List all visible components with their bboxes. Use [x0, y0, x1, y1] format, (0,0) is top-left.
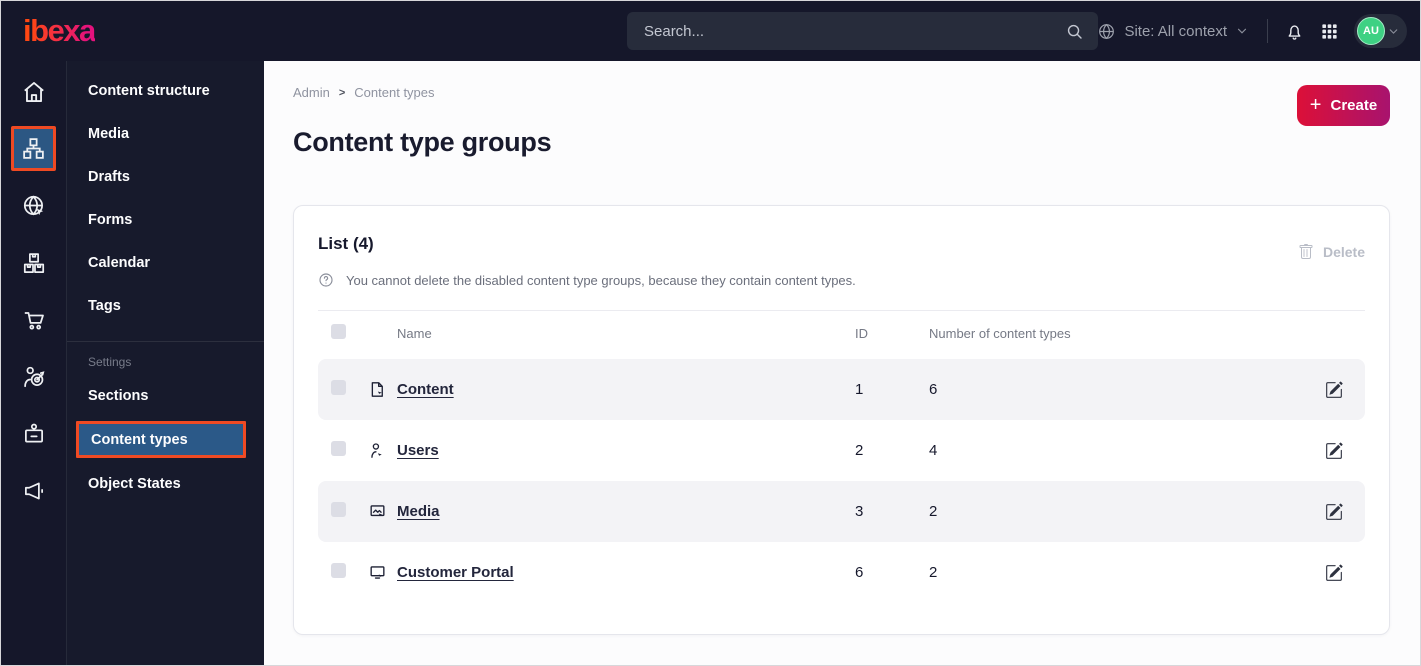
file-edit-icon: [368, 380, 397, 399]
plus-icon: +: [1309, 93, 1322, 116]
icon-rail: [1, 61, 67, 665]
delete-button[interactable]: Delete: [1298, 244, 1365, 260]
app-grid-icon[interactable]: [1320, 22, 1339, 41]
row-checkbox[interactable]: [331, 440, 346, 456]
sidebar-item-content-types[interactable]: Content types: [76, 421, 246, 458]
sidebar-item-media[interactable]: Media: [67, 112, 264, 155]
megaphone-icon: [21, 478, 47, 504]
page-title: Content type groups: [293, 127, 552, 157]
table-row: Media 3 2: [318, 481, 1365, 542]
table-header: Name ID Number of content types: [318, 311, 1365, 355]
delete-button-label: Delete: [1322, 244, 1365, 260]
topbar-right: Site: All context AU: [1097, 1, 1407, 61]
breadcrumb-item-content-types: Content types: [354, 85, 435, 100]
sidebar-item-calendar[interactable]: Calendar: [67, 241, 264, 284]
sidebar-item-object-states[interactable]: Object States: [67, 462, 264, 505]
image-edit-icon: [368, 502, 397, 521]
boxes-icon: [21, 250, 47, 276]
row-checkbox[interactable]: [331, 562, 346, 578]
topbar: ibexa Site: All context: [1, 1, 1420, 61]
table-row: Customer Portal 6 2: [318, 542, 1365, 603]
row-checkbox[interactable]: [331, 379, 346, 395]
rail-item-product-catalog[interactable]: [11, 240, 56, 285]
sidebar-item-forms[interactable]: Forms: [67, 198, 264, 241]
trash-icon: [1298, 244, 1314, 260]
sidebar: Content structure Media Drafts Forms Cal…: [67, 61, 264, 665]
breadcrumb-separator: >: [338, 86, 346, 99]
select-all-checkbox[interactable]: [331, 324, 346, 339]
notifications-bell-icon[interactable]: [1284, 21, 1305, 42]
site-context-label: Site: All context: [1124, 22, 1227, 40]
group-link-media[interactable]: Media: [397, 503, 440, 520]
person-target-icon: [21, 364, 47, 390]
home-icon: [21, 79, 47, 105]
create-button[interactable]: + Create: [1297, 85, 1390, 126]
rail-item-dashboard[interactable]: [11, 69, 56, 114]
sidebar-item-tags[interactable]: Tags: [67, 284, 264, 327]
group-id: 1: [855, 381, 864, 398]
site-context-selector[interactable]: Site: All context: [1097, 22, 1249, 41]
table-body: Content 1 6 Users 2 4 Media 3 2 Customer…: [318, 359, 1365, 603]
column-header-count: Number of content types: [929, 325, 1071, 341]
rail-item-commerce[interactable]: [11, 297, 56, 342]
topbar-divider: [1267, 19, 1268, 43]
column-header-id: ID: [855, 325, 868, 341]
row-checkbox[interactable]: [331, 501, 346, 517]
sidebar-item-content-structure[interactable]: Content structure: [67, 69, 264, 112]
badge-icon: [21, 421, 47, 447]
group-id: 6: [855, 564, 864, 581]
sidebar-item-sections[interactable]: Sections: [67, 374, 264, 417]
main-content: Admin > Content types + Create Content t…: [264, 61, 1420, 665]
cart-icon: [21, 307, 47, 333]
user-menu[interactable]: AU: [1354, 14, 1407, 48]
chevron-down-icon: [1387, 25, 1400, 38]
edit-group-button[interactable]: [1325, 503, 1349, 521]
group-count: 2: [929, 503, 938, 520]
rail-item-marketing[interactable]: [11, 468, 56, 513]
sidebar-settings-heading: Settings: [88, 355, 132, 369]
edit-group-button[interactable]: [1325, 381, 1349, 399]
breadcrumb-item-admin[interactable]: Admin: [293, 85, 330, 100]
help-circle-icon: [318, 272, 334, 288]
rail-item-content[interactable]: [11, 126, 56, 171]
globe-icon: [1097, 22, 1116, 41]
chevron-down-icon: [1235, 24, 1249, 38]
info-message: You cannot delete the disabled content t…: [318, 272, 1365, 288]
global-search[interactable]: [627, 12, 1098, 50]
group-link-users[interactable]: Users: [397, 442, 439, 459]
info-message-text: You cannot delete the disabled content t…: [346, 272, 856, 288]
group-id: 2: [855, 442, 864, 459]
rail-item-admin[interactable]: [11, 411, 56, 456]
list-title: List (4): [318, 234, 374, 253]
search-icon: [1065, 22, 1084, 41]
sidebar-item-drafts[interactable]: Drafts: [67, 155, 264, 198]
create-button-label: Create: [1330, 97, 1378, 114]
globe-cursor-icon: [21, 193, 47, 219]
table-row: Users 2 4: [318, 420, 1365, 481]
group-link-content[interactable]: Content: [397, 381, 454, 398]
content-structure-icon: [21, 136, 46, 161]
group-count: 2: [929, 564, 938, 581]
column-header-name: Name: [397, 325, 432, 341]
edit-group-button[interactable]: [1325, 442, 1349, 460]
breadcrumb: Admin > Content types: [293, 85, 435, 100]
ibexa-logo: ibexa: [23, 13, 96, 48]
group-id: 3: [855, 503, 864, 520]
content-type-groups-card: List (4) Delete You cannot delete the di…: [293, 205, 1390, 635]
group-link-customer-portal[interactable]: Customer Portal: [397, 564, 514, 581]
group-count: 6: [929, 381, 938, 398]
edit-group-button[interactable]: [1325, 564, 1349, 582]
avatar: AU: [1357, 17, 1385, 45]
search-input[interactable]: [644, 22, 1065, 40]
rail-item-personalization[interactable]: [11, 354, 56, 399]
rail-item-site[interactable]: [11, 183, 56, 228]
monitor-edit-icon: [368, 563, 397, 582]
table-row: Content 1 6: [318, 359, 1365, 420]
ibexa-admin-screen: ibexa Site: All context: [0, 0, 1421, 666]
group-count: 4: [929, 442, 938, 459]
user-edit-icon: [368, 441, 397, 460]
